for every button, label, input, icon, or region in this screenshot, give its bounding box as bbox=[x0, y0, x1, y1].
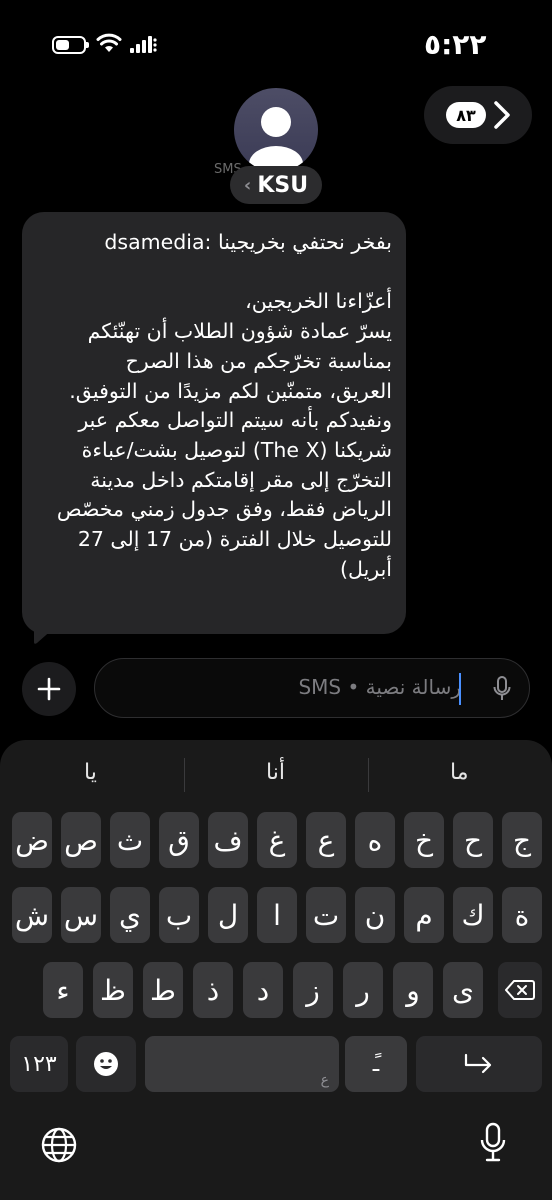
backspace-icon bbox=[505, 980, 535, 1000]
plus-icon bbox=[37, 677, 61, 701]
key-row1-8[interactable]: ث bbox=[110, 812, 150, 868]
signal-icon bbox=[130, 36, 157, 53]
key-row2-1[interactable]: ك bbox=[453, 887, 493, 943]
return-key[interactable] bbox=[416, 1036, 542, 1092]
return-icon bbox=[464, 1053, 492, 1074]
key-row3-4[interactable]: د bbox=[243, 962, 283, 1018]
suggestion-3[interactable]: يا bbox=[84, 760, 97, 785]
key-row3-2[interactable]: ر bbox=[343, 962, 383, 1018]
key-row3-3[interactable]: ز bbox=[293, 962, 333, 1018]
key-row2-2[interactable]: م bbox=[404, 887, 444, 943]
key-row3-5[interactable]: ذ bbox=[193, 962, 233, 1018]
key-row2-6[interactable]: ل bbox=[208, 887, 248, 943]
microphone-icon[interactable] bbox=[480, 1122, 506, 1164]
key-row2-4[interactable]: ت bbox=[306, 887, 346, 943]
unread-count-badge: ٨٣ bbox=[446, 102, 486, 128]
key-row3-1[interactable]: و bbox=[393, 962, 433, 1018]
key-row3-0[interactable]: ى bbox=[443, 962, 483, 1018]
emoji-icon bbox=[94, 1052, 118, 1076]
key-row1-0[interactable]: ج bbox=[502, 812, 542, 868]
forward-button[interactable]: ٨٣ bbox=[424, 86, 532, 144]
chevron-right-icon bbox=[494, 101, 510, 129]
key-row1-6[interactable]: ف bbox=[208, 812, 248, 868]
add-attachment-button[interactable] bbox=[22, 662, 76, 716]
dictation-mic-icon[interactable] bbox=[493, 676, 511, 702]
key-row1-1[interactable]: ح bbox=[453, 812, 493, 868]
key-row1-10[interactable]: ض bbox=[12, 812, 52, 868]
status-time: ٥:٢٢ bbox=[424, 28, 487, 61]
globe-icon[interactable] bbox=[40, 1126, 78, 1164]
key-row2-8[interactable]: ي bbox=[110, 887, 150, 943]
key-row2-7[interactable]: ب bbox=[159, 887, 199, 943]
key-row2-5[interactable]: ا bbox=[257, 887, 297, 943]
suggestion-2[interactable]: أنا bbox=[266, 760, 285, 785]
contact-avatar[interactable] bbox=[234, 88, 318, 172]
message-input-placeholder: رسالة نصية • SMS bbox=[298, 675, 461, 699]
battery-icon bbox=[52, 36, 89, 54]
key-row2-9[interactable]: س bbox=[61, 887, 101, 943]
suggestion-1[interactable]: ما bbox=[450, 760, 469, 785]
suggestion-divider bbox=[184, 758, 185, 792]
key-row1-5[interactable]: غ bbox=[257, 812, 297, 868]
key-row3-7[interactable]: ظ bbox=[93, 962, 133, 1018]
key-row1-7[interactable]: ق bbox=[159, 812, 199, 868]
person-icon bbox=[249, 107, 303, 172]
delete-key[interactable] bbox=[498, 962, 542, 1018]
message-text: بفخر نحتفي بخريجينا :dsamedia أعزّاءنا ا… bbox=[56, 230, 392, 581]
space-key[interactable]: ع bbox=[145, 1036, 339, 1092]
message-input[interactable]: رسالة نصية • SMS bbox=[94, 658, 530, 718]
key-row2-10[interactable]: ش bbox=[12, 887, 52, 943]
text-caret bbox=[459, 673, 461, 705]
contact-name-button[interactable]: ‹ KSU bbox=[230, 166, 322, 204]
key-row2-3[interactable]: ن bbox=[355, 887, 395, 943]
key-row2-0[interactable]: ة bbox=[502, 887, 542, 943]
bubble-tail bbox=[34, 622, 54, 644]
tanween-key[interactable]: ًـ bbox=[345, 1036, 407, 1092]
emoji-key[interactable] bbox=[76, 1036, 136, 1092]
key-row1-2[interactable]: خ bbox=[404, 812, 444, 868]
contact-name: KSU bbox=[257, 172, 309, 198]
key-row3-8[interactable]: ء bbox=[43, 962, 83, 1018]
key-row1-9[interactable]: ص bbox=[61, 812, 101, 868]
key-row1-3[interactable]: ه bbox=[355, 812, 395, 868]
wifi-icon bbox=[96, 33, 122, 52]
chevron-left-icon: ‹ bbox=[243, 174, 252, 196]
suggestion-divider bbox=[368, 758, 369, 792]
numbers-key[interactable]: ١٢٣ bbox=[10, 1036, 68, 1092]
key-row1-4[interactable]: ع bbox=[306, 812, 346, 868]
key-row3-6[interactable]: ط bbox=[143, 962, 183, 1018]
status-bar: ٥:٢٢ bbox=[0, 0, 552, 90]
space-key-hint: ع bbox=[320, 1072, 329, 1088]
